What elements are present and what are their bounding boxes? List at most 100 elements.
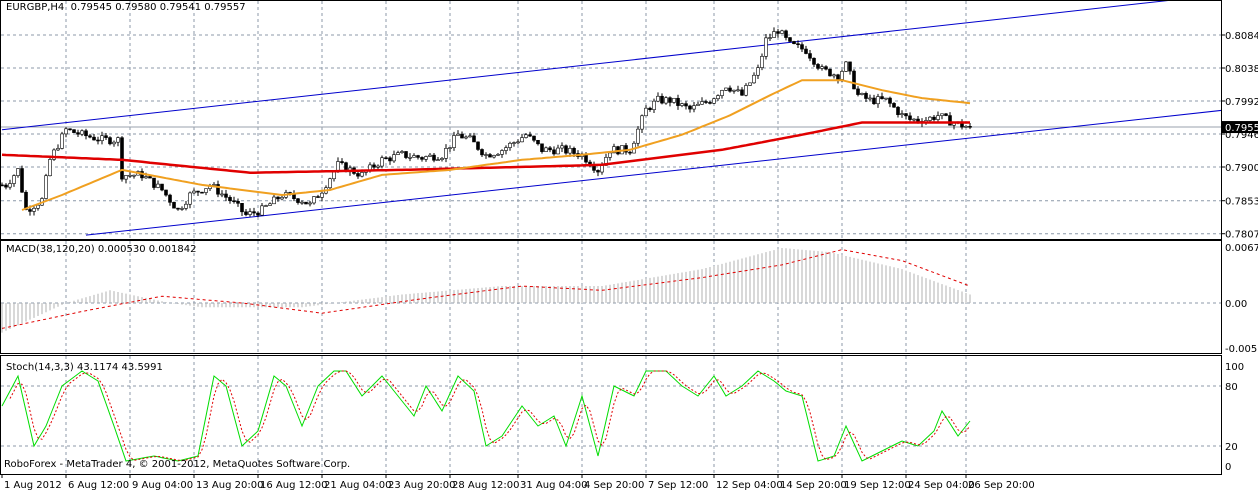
bull-candle: [16, 168, 20, 176]
bull-candle: [696, 103, 700, 106]
bear-candle: [808, 53, 812, 59]
bear-candle: [372, 164, 376, 168]
bull-candle: [500, 150, 504, 155]
bear-candle: [296, 198, 300, 203]
bear-candle: [792, 41, 796, 45]
bear-candle: [812, 57, 816, 65]
bull-candle: [264, 205, 268, 207]
bull-candle: [64, 128, 68, 135]
current-price-label: 0.79557: [1225, 123, 1258, 134]
bull-candle: [912, 118, 916, 121]
bear-candle: [564, 145, 568, 154]
bull-candle: [884, 97, 888, 100]
bear-candle: [88, 135, 92, 138]
bull-candle: [756, 67, 760, 76]
bull-candle: [260, 205, 264, 216]
bear-candle: [460, 133, 464, 139]
bear-candle: [704, 101, 708, 103]
bear-candle: [968, 126, 972, 128]
bull-candle: [424, 156, 428, 160]
bear-candle: [948, 115, 952, 126]
bull-candle: [656, 95, 660, 102]
bear-candle: [480, 149, 484, 156]
stoch-axis-label: 80: [1225, 382, 1238, 393]
bull-candle: [80, 130, 84, 135]
bull-candle: [132, 174, 136, 177]
price-axis-label: 0.78530: [1225, 197, 1258, 208]
bull-candle: [468, 135, 472, 138]
time-axis-label: 4 Sep 20:00: [584, 480, 644, 491]
bull-candle: [860, 93, 864, 95]
bull-candle: [928, 116, 932, 121]
bull-candle: [664, 97, 668, 104]
bull-candle: [464, 136, 468, 139]
bear-candle: [896, 106, 900, 115]
bear-candle: [292, 193, 296, 200]
stoch-axis-label: 20: [1225, 442, 1238, 453]
bull-candle: [396, 152, 400, 155]
bear-candle: [628, 151, 632, 154]
bear-candle: [828, 68, 832, 77]
time-axis-label: 7 Sep 12:00: [648, 480, 708, 491]
bull-candle: [644, 107, 648, 117]
bull-candle: [520, 137, 524, 143]
bear-candle: [676, 97, 680, 106]
bull-candle: [820, 66, 824, 69]
bear-candle: [864, 93, 868, 99]
bear-candle: [908, 115, 912, 120]
bull-candle: [844, 61, 848, 72]
bear-candle: [916, 118, 920, 122]
bull-candle: [144, 176, 148, 179]
bear-candle: [416, 155, 420, 158]
bull-candle: [600, 165, 604, 173]
price-axis-label: 0.79000: [1225, 163, 1258, 174]
bear-candle: [548, 147, 552, 151]
bull-candle: [36, 204, 40, 209]
bull-candle: [716, 95, 720, 100]
bull-candle: [636, 128, 640, 144]
macd-axis-label: 0.006735: [1225, 243, 1258, 254]
bear-candle: [776, 31, 780, 34]
bull-candle: [504, 147, 508, 151]
bear-candle: [96, 139, 100, 142]
bull-candle: [272, 196, 276, 205]
time-axis-label: 13 Aug 20:00: [196, 480, 263, 491]
bear-candle: [224, 193, 228, 198]
bear-candle: [244, 211, 248, 215]
bull-candle: [408, 156, 412, 159]
macd-axis-label: -0.005375: [1225, 344, 1258, 355]
bear-candle: [836, 74, 840, 80]
bear-candle: [848, 61, 852, 72]
time-axis-label: 12 Sep 04:00: [716, 480, 783, 491]
bear-candle: [532, 135, 536, 141]
bull-candle: [440, 158, 444, 160]
bear-candle: [432, 154, 436, 161]
bull-candle: [124, 175, 128, 180]
bear-candle: [528, 134, 532, 137]
bear-candle: [240, 203, 244, 213]
bear-candle: [784, 30, 788, 38]
bear-candle: [20, 168, 24, 193]
bear-candle: [152, 177, 156, 188]
bear-candle: [824, 66, 828, 70]
bull-candle: [512, 142, 516, 144]
bull-candle: [300, 201, 304, 204]
bear-candle: [76, 132, 80, 135]
bull-candle: [48, 159, 52, 177]
bear-candle: [536, 139, 540, 145]
bear-candle: [164, 189, 168, 196]
bear-candle: [104, 135, 108, 138]
bear-candle: [340, 161, 344, 163]
bear-candle: [788, 37, 792, 42]
bull-candle: [744, 85, 748, 96]
bear-candle: [728, 87, 732, 92]
bull-candle: [328, 178, 332, 189]
time-axis-label: 16 Aug 12:00: [260, 480, 327, 491]
bear-candle: [68, 128, 72, 131]
time-axis-label: 6 Aug 12:00: [68, 480, 129, 491]
bear-candle: [420, 157, 424, 160]
price-axis-label: 0.78070: [1225, 230, 1258, 241]
bear-candle: [472, 135, 476, 143]
bear-candle: [200, 191, 204, 194]
bull-candle: [412, 155, 416, 158]
